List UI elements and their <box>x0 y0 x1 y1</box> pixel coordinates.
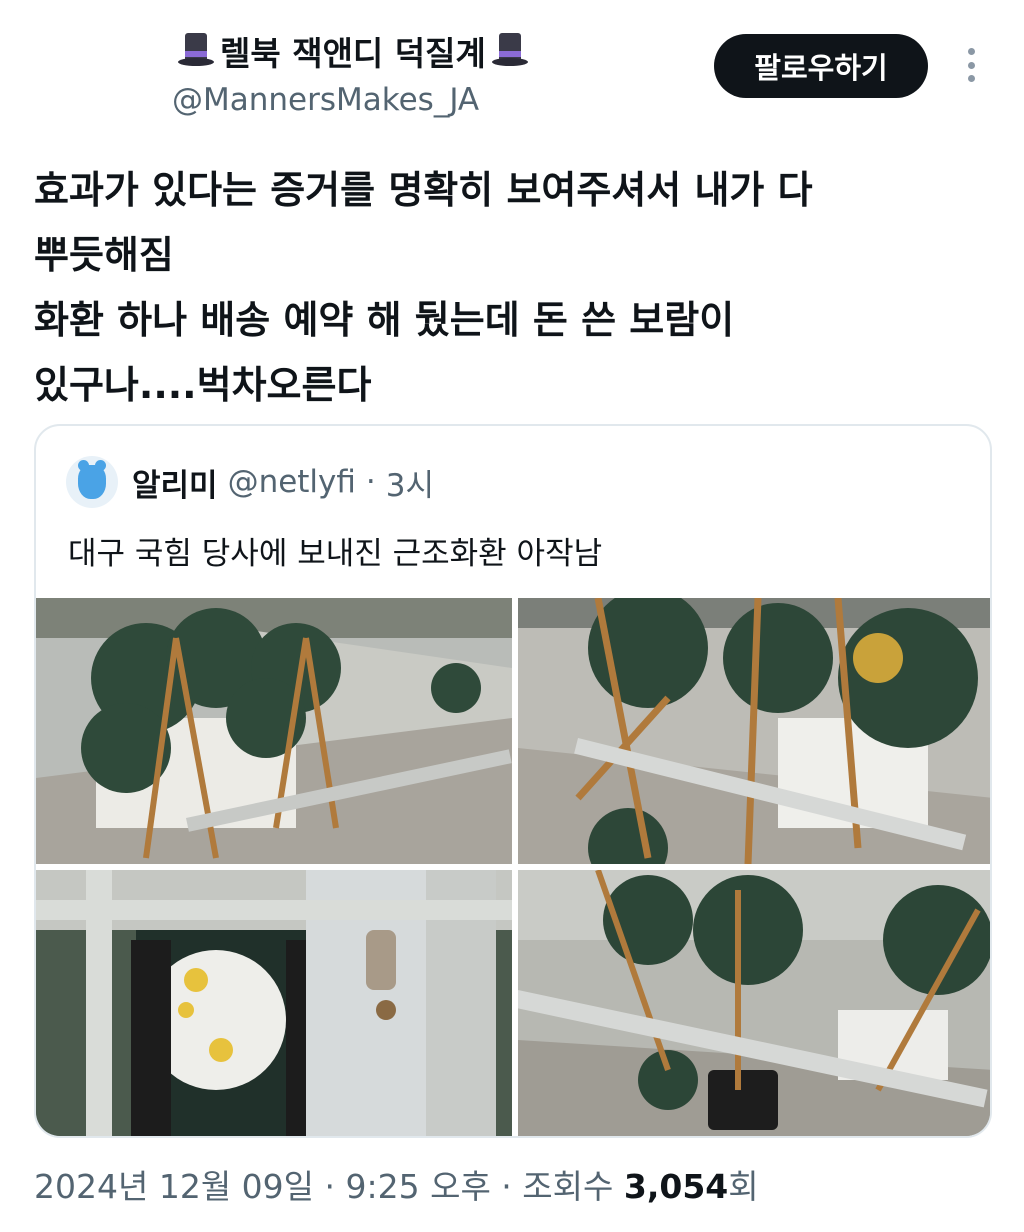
author-name-text: 렐북 잭앤디 덕질계 <box>220 34 486 73</box>
wreath-behind-gate-photo[interactable] <box>36 870 512 1136</box>
quoted-tweet[interactable]: 알리미 @netlyfi · 3시 대구 국힘 당사에 보내진 근조화환 아작남 <box>34 424 992 1138</box>
tweet-line: 효과가 있다는 증거를 명확히 보여주셔서 내가 다 <box>34 168 813 212</box>
fallen-wreaths-photo[interactable] <box>518 870 990 1136</box>
quoted-tweet-text: 대구 국힘 당사에 보내진 근조화환 아작남 <box>68 536 603 572</box>
funeral-wreaths-along-wall-photo[interactable] <box>36 598 512 864</box>
author-display-name[interactable]: 렐북 잭앤디 덕질계 <box>172 26 552 76</box>
broken-wreaths-closeup-photo[interactable] <box>518 598 990 864</box>
quoted-tweet-time[interactable]: 3시 <box>386 460 434 505</box>
tweet-line: 화환 하나 배송 예약 해 뒀는데 돈 쓴 보람이 <box>34 298 735 342</box>
top-hat-icon <box>490 31 530 71</box>
tweet-timestamp[interactable]: 2024년 12월 09일 · 9:25 오후 · 조회수 <box>34 1167 613 1206</box>
more-vertical-icon[interactable] <box>958 44 984 86</box>
tweet-line: 있구나....벅차오른다 <box>34 363 372 407</box>
photo-grid <box>36 598 990 1136</box>
quoted-author-handle[interactable]: @netlyfi <box>228 464 356 500</box>
author-block[interactable]: 렐북 잭앤디 덕질계 @MannersMakes_JA <box>172 26 552 118</box>
tweet-header: 렐북 잭앤디 덕질계 @MannersMakes_JA 팔로우하기 <box>0 0 1024 130</box>
quoted-author-name[interactable]: 알리미 <box>132 460 218 505</box>
view-count: 3,054 <box>623 1167 729 1206</box>
author-handle[interactable]: @MannersMakes_JA <box>172 82 552 118</box>
top-hat-icon <box>176 31 216 71</box>
tweet-line: 뿌듯해짐 <box>34 233 174 277</box>
tweet-meta: 2024년 12월 09일 · 9:25 오후 · 조회수 3,054회 <box>34 1160 759 1208</box>
view-count-suffix: 회 <box>728 1167 759 1206</box>
quoted-tweet-header: 알리미 @netlyfi · 3시 <box>66 456 434 508</box>
tweet-text: 효과가 있다는 증거를 명확히 보여주셔서 내가 다 뿌듯해짐 화환 하나 배송… <box>34 158 994 418</box>
bear-avatar-icon[interactable] <box>66 456 118 508</box>
follow-button[interactable]: 팔로우하기 <box>714 34 928 98</box>
separator-dot: · <box>365 464 376 500</box>
